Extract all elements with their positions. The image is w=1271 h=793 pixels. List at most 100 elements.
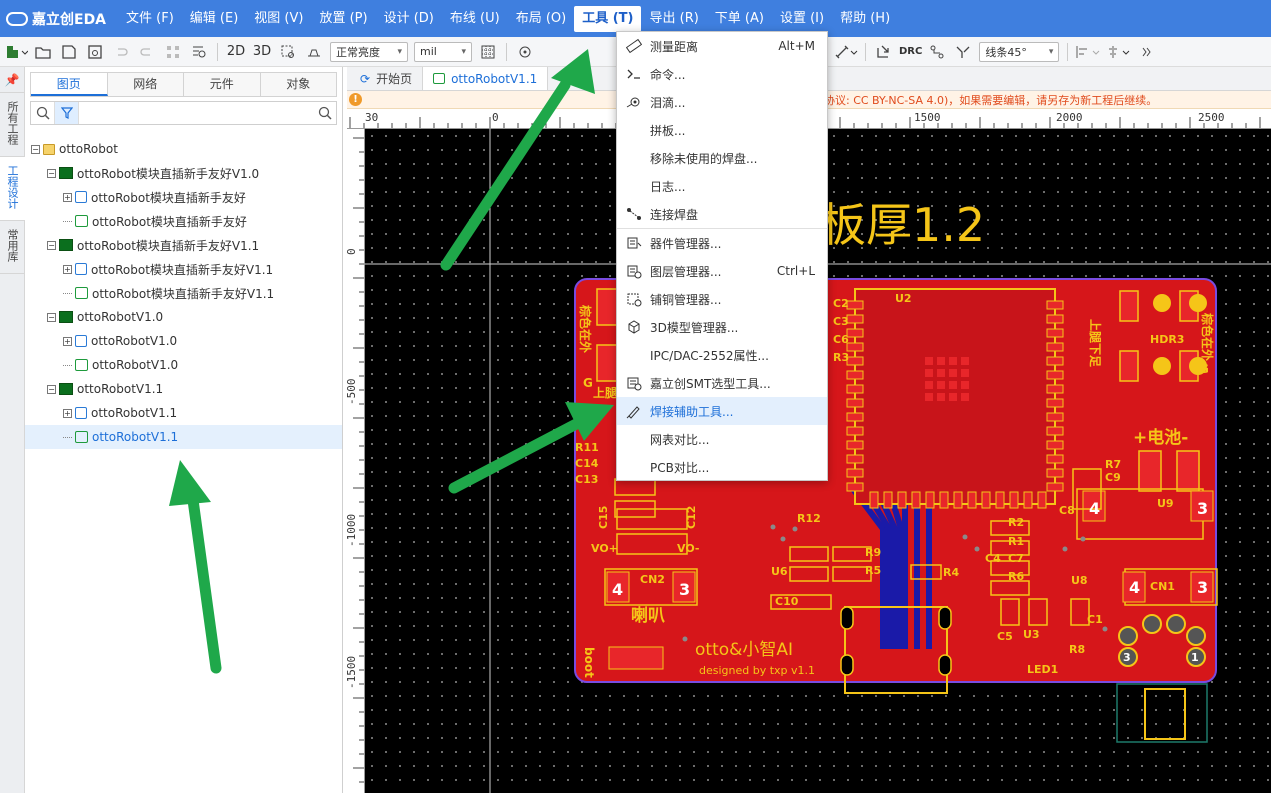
tree-item[interactable]: + ottoRobotV1.0 [25,329,342,353]
tab-nets[interactable]: 网络 [107,73,184,96]
tab-objects[interactable]: 对象 [260,73,336,96]
collapse-icon[interactable]: − [31,144,40,154]
line-angle-value: 线条45° [985,45,1027,59]
tools-menu-item[interactable]: IPC/DAC-2552属性... [617,341,827,369]
tools-menu-item[interactable]: 网表对比... [617,425,827,453]
tools-menu-item[interactable]: 3D模型管理器... [617,313,827,341]
search-input[interactable] [79,103,314,123]
redo-icon[interactable] [136,41,158,63]
tab-pcb-document[interactable]: ottoRobotV1.1 [423,67,549,90]
menu-design[interactable]: 设计 (D) [376,6,442,32]
tools-menu-item[interactable]: 命令... [617,60,827,88]
vtab-all-projects[interactable]: 所有工程 [0,93,25,157]
menu-tools[interactable]: 工具 (T) [574,5,642,32]
dimension-dropdown-icon[interactable] [834,41,858,63]
align-center-dropdown-icon[interactable] [1105,41,1131,63]
menu-edit[interactable]: 编辑 (E) [182,6,247,32]
tab-pages[interactable]: 图页 [31,73,108,96]
expand-icon[interactable]: + [63,192,72,202]
vtab-project-design[interactable]: 工程设计 [0,157,25,221]
find-icon[interactable] [188,41,210,63]
menu-place[interactable]: 放置 (P) [311,6,375,32]
filter-icon[interactable] [55,102,79,124]
tree-item[interactable]: + ottoRobotV1.1 [25,401,342,425]
tree-item[interactable]: − ottoRobot [25,137,342,161]
undo-icon[interactable] [110,41,132,63]
tree-item[interactable]: ottoRobotV1.0 [25,353,342,377]
zoom-area-icon[interactable] [277,41,299,63]
tools-menu-item[interactable]: PCB对比... [617,453,827,481]
align-left-dropdown-icon[interactable] [1075,41,1101,63]
tab-components[interactable]: 元件 [184,73,261,96]
tab-start-page[interactable]: ⟳ 开始页 [350,67,424,90]
silk-label: R1 [1008,535,1024,548]
tools-menu-item[interactable]: 移除未使用的焊盘... [617,144,827,172]
drc-button[interactable]: DRC [899,41,922,63]
silk-label: C8 [1059,504,1075,517]
line-angle-select[interactable]: 线条45° ▾ [979,41,1060,62]
tools-menu-item[interactable]: 焊接辅助工具... [617,397,827,425]
view-2d-button[interactable]: 2D [225,41,247,63]
tree-item[interactable]: ottoRobot模块直插新手友好V1.1 [25,281,342,305]
tools-menu-item[interactable]: 日志... [617,172,827,200]
tree-item[interactable]: + ottoRobot模块直插新手友好 [25,185,342,209]
grid-select-icon[interactable] [162,41,184,63]
vtab-common-library[interactable]: 常用库 [0,221,25,274]
boot-button[interactable] [608,646,664,670]
save-icon[interactable] [58,41,80,63]
tools-menu-item[interactable]: 图层管理器... Ctrl+L [617,257,827,285]
tree-item[interactable]: − ottoRobot模块直插新手友好V1.1 [25,233,342,257]
silk-label: R7 [1105,458,1121,471]
menu-export[interactable]: 导出 (R) [641,6,706,32]
open-folder-icon[interactable] [32,41,54,63]
tools-menu-item[interactable]: 测量距离 Alt+M [617,32,827,60]
target-icon[interactable] [514,41,536,63]
tree-item[interactable]: − ottoRobotV1.0 [25,305,342,329]
search-icon[interactable] [314,106,336,120]
tools-menu-item[interactable]: 嘉立创SMT选型工具... [617,369,827,397]
menu-layout[interactable]: 布局 (O) [508,6,575,32]
collapse-icon[interactable]: − [47,168,56,178]
menu-settings[interactable]: 设置 (I) [772,6,832,32]
silk-label: C6 [833,333,849,346]
tree-item[interactable]: + ottoRobot模块直插新手友好V1.1 [25,257,342,281]
menu-help[interactable]: 帮助 (H) [832,6,898,32]
tree-item[interactable]: ottoRobot模块直插新手友好 [25,209,342,233]
search-icon[interactable] [31,102,55,124]
tools-menu-item[interactable]: 拼板... [617,116,827,144]
silk-label: designed by txp v1.1 [699,664,815,677]
view-3d-button[interactable]: 3D [251,41,273,63]
tools-menu-item[interactable]: 连接焊盘 [617,200,827,228]
brightness-icon[interactable] [303,41,325,63]
project-icon [43,143,55,155]
pin-icon[interactable]: 📌 [0,67,24,93]
tree-item-label: ottoRobot模块直插新手友好 [92,214,247,229]
unit-select[interactable]: mil ▾ [414,41,472,62]
tools-menu-item[interactable]: 泪滴... [617,88,827,116]
diff-pair-icon[interactable] [952,41,974,63]
menu-view[interactable]: 视图 (V) [246,6,311,32]
import-changes-icon[interactable] [873,41,895,63]
menu-order[interactable]: 下单 (A) [707,6,772,32]
expand-icon[interactable]: + [63,336,72,346]
brightness-select[interactable]: 正常亮度 ▾ [330,41,408,62]
save-all-icon[interactable] [84,41,106,63]
tree-item[interactable]: − ottoRobot模块直插新手友好V1.0 [25,161,342,185]
app-logo[interactable]: 嘉立创EDA [0,9,118,29]
collapse-icon[interactable]: − [47,384,56,394]
collapse-icon[interactable]: − [47,240,56,250]
pcb-icon [75,287,88,299]
menu-route[interactable]: 布线 (U) [442,6,508,32]
tools-menu-item[interactable]: 器件管理器... [617,229,827,257]
collapse-icon[interactable]: − [47,312,56,322]
tree-item[interactable]: − ottoRobotV1.1 [25,377,342,401]
tools-menu-item[interactable]: 铺铜管理器... [617,285,827,313]
more-icon[interactable] [1135,41,1157,63]
expand-icon[interactable]: + [63,408,72,418]
grid-icon[interactable] [477,41,499,63]
expand-icon[interactable]: + [63,264,72,274]
tree-item[interactable]: ottoRobotV1.1 [25,425,342,449]
menu-file[interactable]: 文件 (F) [118,6,182,32]
route-icon[interactable] [926,41,948,63]
new-dropdown-icon[interactable] [6,41,28,63]
